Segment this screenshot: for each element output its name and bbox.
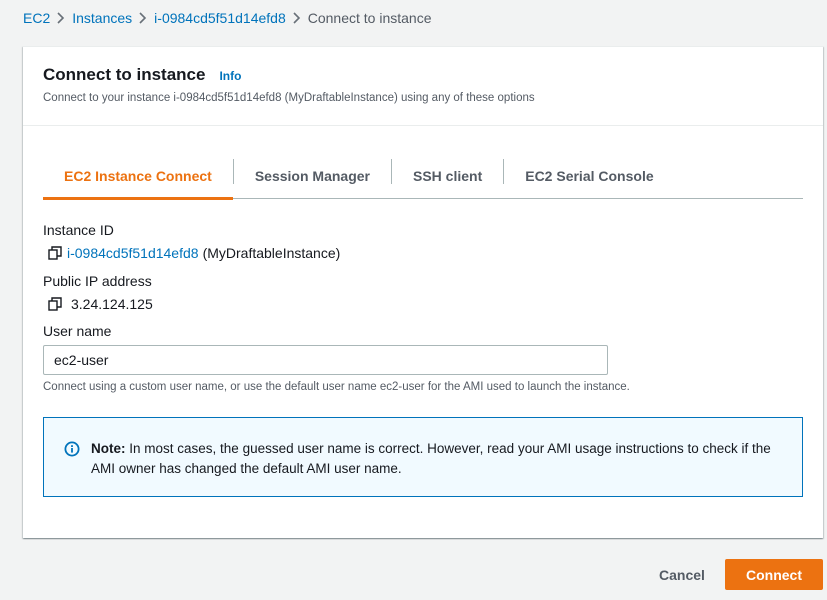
breadcrumb-instances[interactable]: Instances bbox=[72, 10, 132, 26]
copy-icon[interactable] bbox=[47, 245, 63, 261]
public-ip-text: 3.24.124.125 bbox=[71, 296, 153, 312]
tab-ec2-instance-connect[interactable]: EC2 Instance Connect bbox=[43, 153, 233, 200]
user-name-hint: Connect using a custom user name, or use… bbox=[43, 381, 630, 393]
chevron-right-icon bbox=[132, 12, 154, 24]
panel-description: Connect to your instance i-0984cd5f51d14… bbox=[43, 92, 535, 104]
info-circle-icon bbox=[64, 441, 80, 457]
tab-ec2-serial-console[interactable]: EC2 Serial Console bbox=[504, 153, 674, 198]
tab-session-manager[interactable]: Session Manager bbox=[234, 153, 391, 198]
page-title: Connect to instance bbox=[43, 65, 206, 84]
instance-id-value: i-0984cd5f51d14efd8 (MyDraftableInstance… bbox=[47, 245, 340, 261]
public-ip-value: 3.24.124.125 bbox=[47, 296, 153, 312]
panel-header: Connect to instance Info Connect to your… bbox=[23, 47, 823, 126]
note-text: In most cases, the guessed user name is … bbox=[91, 441, 771, 476]
instance-id-link[interactable]: i-0984cd5f51d14efd8 bbox=[67, 245, 199, 261]
instance-id-label: Instance ID bbox=[43, 222, 114, 238]
connect-panel: Connect to instance Info Connect to your… bbox=[23, 46, 823, 538]
chevron-right-icon bbox=[286, 12, 308, 24]
breadcrumb-ec2[interactable]: EC2 bbox=[23, 10, 50, 26]
public-ip-label: Public IP address bbox=[43, 273, 152, 289]
info-link[interactable]: Info bbox=[219, 69, 241, 83]
connection-tabs: EC2 Instance Connect Session Manager SSH… bbox=[43, 153, 803, 200]
note-prefix: Note: bbox=[91, 441, 126, 456]
breadcrumb-current: Connect to instance bbox=[307, 10, 432, 26]
user-name-input[interactable] bbox=[43, 345, 608, 375]
user-name-label: User name bbox=[43, 323, 112, 339]
instance-name: (MyDraftableInstance) bbox=[202, 245, 341, 261]
chevron-right-icon bbox=[50, 12, 72, 24]
tab-ssh-client[interactable]: SSH client bbox=[392, 153, 503, 198]
info-alert: Note: In most cases, the guessed user na… bbox=[43, 417, 803, 497]
connect-button[interactable]: Connect bbox=[725, 559, 823, 590]
cancel-button[interactable]: Cancel bbox=[646, 559, 718, 590]
copy-icon[interactable] bbox=[47, 296, 63, 312]
breadcrumb: EC2 Instances i-0984cd5f51d14efd8 Connec… bbox=[23, 8, 431, 28]
breadcrumb-instance-id[interactable]: i-0984cd5f51d14efd8 bbox=[154, 10, 286, 26]
